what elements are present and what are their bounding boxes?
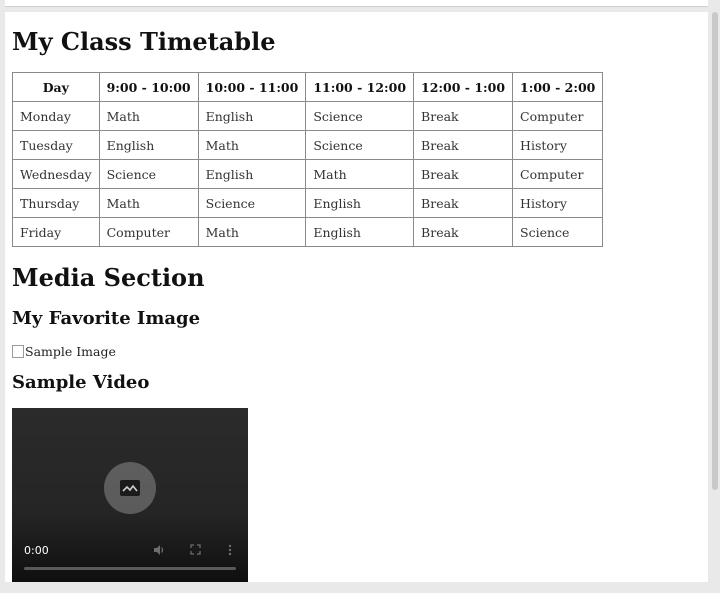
table-cell: English: [98, 130, 199, 160]
broken-image-icon: [12, 345, 24, 358]
volume-icon[interactable]: [153, 544, 165, 559]
table-cell: Break: [413, 130, 514, 160]
fullscreen-icon[interactable]: [190, 544, 201, 558]
table-cell: English: [305, 217, 415, 247]
previous-frame-edge: [5, 0, 708, 7]
scrollbar[interactable]: [712, 12, 718, 490]
header-cell: 10:00 - 11:00: [197, 72, 307, 102]
table-cell: Math: [98, 188, 199, 218]
table-cell: History: [512, 130, 604, 160]
table-cell: Math: [98, 101, 199, 131]
table-cell: Break: [413, 159, 514, 189]
header-cell: 11:00 - 12:00: [305, 72, 415, 102]
table-cell: Computer: [98, 217, 199, 247]
table-cell: History: [512, 188, 604, 218]
table-row: Monday Math English Science Break Comput…: [12, 101, 604, 131]
header-cell: 9:00 - 10:00: [98, 72, 199, 102]
header-cell: 1:00 - 2:00: [512, 72, 604, 102]
header-cell: Day: [12, 72, 100, 102]
table-cell: Science: [512, 217, 604, 247]
table-row: Friday Computer Math English Break Scien…: [12, 217, 604, 247]
timetable: Day 9:00 - 10:00 10:00 - 11:00 11:00 - 1…: [12, 72, 604, 247]
image-placeholder-icon[interactable]: [104, 462, 156, 514]
table-cell: Tuesday: [12, 130, 100, 160]
table-cell: Break: [413, 217, 514, 247]
video-time: 0:00: [24, 544, 49, 557]
table-row: Tuesday English Math Science Break Histo…: [12, 130, 604, 160]
table-cell: Computer: [512, 101, 604, 131]
video-player[interactable]: 0:00: [12, 408, 248, 582]
table-cell: Science: [305, 130, 415, 160]
favorite-image-heading: My Favorite Image: [12, 308, 201, 329]
image-alt-text: Sample Image: [25, 344, 116, 359]
page-title: My Class Timetable: [12, 27, 276, 56]
header-cell: 12:00 - 1:00: [413, 72, 514, 102]
table-cell: Break: [413, 101, 514, 131]
table-cell: Friday: [12, 217, 100, 247]
table-cell: English: [197, 159, 307, 189]
table-cell: English: [305, 188, 415, 218]
table-cell: Science: [98, 159, 199, 189]
table-cell: Math: [197, 130, 307, 160]
media-section-heading: Media Section: [12, 263, 205, 292]
broken-image: Sample Image: [12, 344, 116, 359]
table-cell: English: [197, 101, 307, 131]
table-cell: Science: [197, 188, 307, 218]
page-viewport: My Class Timetable Day 9:00 - 10:00 10:0…: [5, 12, 708, 582]
video-progress-bar[interactable]: [24, 567, 236, 570]
table-cell: Science: [305, 101, 415, 131]
table-row: Wednesday Science English Math Break Com…: [12, 159, 604, 189]
table-row: Thursday Math Science English Break Hist…: [12, 188, 604, 218]
video-heading: Sample Video: [12, 372, 150, 393]
table-cell: Thursday: [12, 188, 100, 218]
table-cell: Math: [197, 217, 307, 247]
table-cell: Computer: [512, 159, 604, 189]
timetable-header-row: Day 9:00 - 10:00 10:00 - 11:00 11:00 - 1…: [12, 72, 604, 102]
table-cell: Math: [305, 159, 415, 189]
table-cell: Wednesday: [12, 159, 100, 189]
table-cell: Monday: [12, 101, 100, 131]
table-cell: Break: [413, 188, 514, 218]
more-options-icon[interactable]: [228, 544, 232, 559]
